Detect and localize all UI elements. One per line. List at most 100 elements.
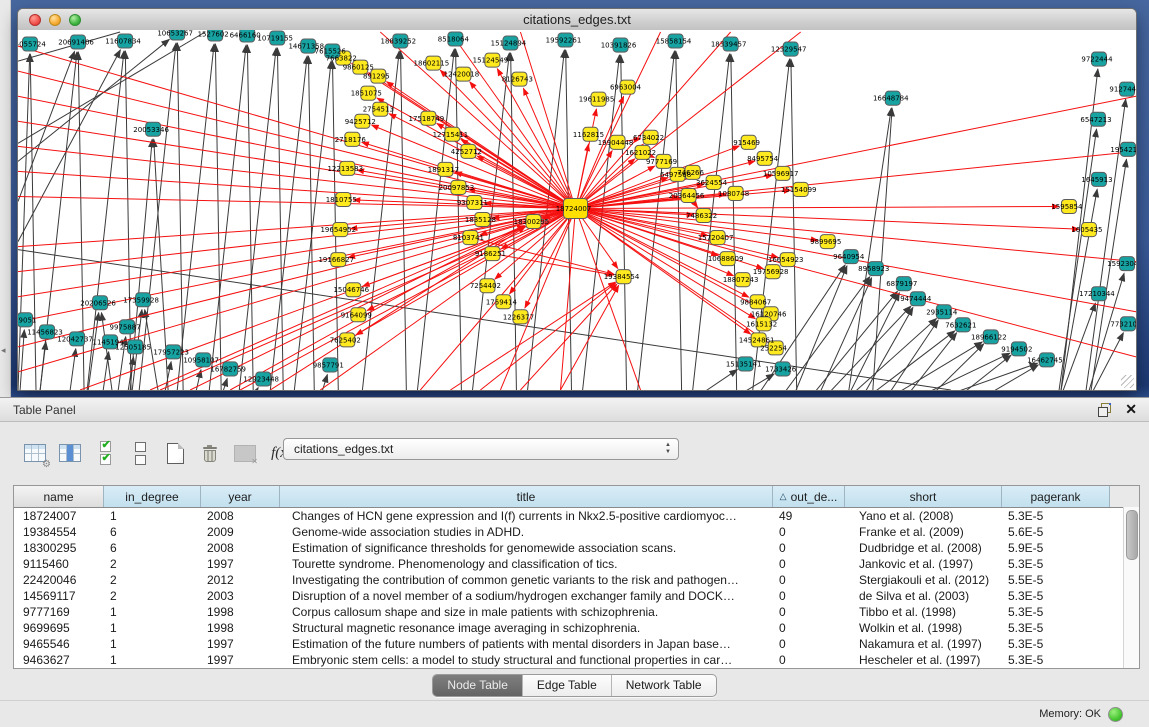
network-window-titlebar[interactable]: citations_edges.txt [18, 9, 1136, 31]
select-rows-icon[interactable] [92, 440, 118, 466]
table-cell: 2012 [201, 572, 280, 588]
table-panel-titlebar: Table Panel ✕ [0, 397, 1149, 422]
table-cell: Disruption of a novel member of a sodium… [280, 588, 773, 604]
svg-text:1851075: 1851075 [351, 89, 382, 98]
table-row[interactable]: 1456911722003Disruption of a novel membe… [14, 588, 1139, 604]
table-cell: 9465546 [14, 636, 104, 652]
table-cell: 1 [104, 620, 201, 636]
svg-text:19904448: 19904448 [598, 138, 634, 147]
status-bar: Memory: OK [0, 700, 1149, 727]
table-row[interactable]: 1830029562008Estimation of significance … [14, 540, 1139, 556]
float-panel-icon[interactable] [1098, 403, 1111, 416]
table-scrollbar-thumb[interactable] [1126, 510, 1138, 560]
svg-text:10391826: 10391826 [601, 41, 637, 50]
svg-text:15858154: 15858154 [656, 37, 692, 46]
network-canvas[interactable]: 1872400776638229860125891295185107527545… [18, 30, 1136, 390]
table-cell: 0 [773, 540, 845, 556]
svg-text:6963004: 6963004 [610, 83, 642, 92]
svg-text:9975887: 9975887 [110, 322, 141, 331]
table-cell: 9699695 [14, 620, 104, 636]
svg-text:16782759: 16782759 [210, 364, 246, 373]
close-panel-icon[interactable]: ✕ [1125, 401, 1137, 417]
table-row[interactable]: 969969511998Structural magnetic resonanc… [14, 620, 1139, 636]
table-cell: 1 [104, 636, 201, 652]
table-row[interactable]: 1872400712008Changes of HCN gene express… [14, 508, 1139, 524]
svg-text:891295: 891295 [363, 72, 390, 81]
table-select-dropdown[interactable]: citations_edges.txt ▲▼ [283, 438, 679, 460]
collapse-arrow-icon[interactable]: ◂ [1, 345, 6, 356]
table-cell: 1 [104, 652, 201, 668]
tab-node-table[interactable]: Node Table [433, 675, 522, 696]
svg-text:12329547: 12329547 [771, 45, 807, 54]
table-cell: 2 [104, 556, 201, 572]
table-row[interactable]: 1938455462009Genome-wide association stu… [14, 524, 1139, 540]
svg-text:19654952: 19654952 [320, 225, 356, 234]
svg-text:14055724: 14055724 [18, 40, 46, 49]
svg-text:8958923: 8958923 [858, 264, 889, 273]
svg-text:9777169: 9777169 [646, 157, 677, 166]
table-cell: Investigating the contribution of common… [280, 572, 773, 588]
table-cell: 2008 [201, 540, 280, 556]
merge-boxes-icon[interactable] [127, 440, 153, 466]
tab-network-table[interactable]: Network Table [611, 675, 716, 696]
svg-text:2718176: 2718176 [335, 135, 367, 144]
table-row[interactable]: 2242004622012Investigating the contribut… [14, 572, 1139, 588]
delete-table-disabled-icon [232, 440, 258, 466]
svg-text:1605435: 1605435 [1071, 225, 1102, 234]
svg-text:1759414: 1759414 [486, 297, 518, 306]
table-cell: 2 [104, 572, 201, 588]
new-table-icon[interactable] [162, 440, 188, 466]
table-cell: 5.6E-5 [1002, 524, 1110, 540]
side-gutter: ◂ [0, 0, 11, 397]
table-cell: Corpus callosum shape and size in male p… [280, 604, 773, 620]
svg-text:18966122: 18966122 [971, 332, 1007, 341]
table-row[interactable]: 946554611997Estimation of the future num… [14, 636, 1139, 652]
resize-grip[interactable] [1121, 375, 1134, 388]
table-cell: Jankovic et al. (1997) [845, 556, 1002, 572]
table-cell: 1998 [201, 604, 280, 620]
column-header-title[interactable]: title [280, 486, 773, 507]
svg-text:15046746: 15046746 [333, 285, 369, 294]
svg-text:1615132: 1615132 [746, 319, 777, 328]
memory-status-icon [1108, 707, 1123, 722]
table-cell: 18300295 [14, 540, 104, 556]
svg-text:18839252: 18839252 [381, 37, 417, 46]
column-header-out_de[interactable]: △out_de... [773, 486, 845, 507]
network-window[interactable]: citations_edges.txt 18724007766382298601… [17, 8, 1137, 391]
table-cell: Hescheler et al. (1997) [845, 652, 1002, 668]
table-cell: 2009 [201, 524, 280, 540]
svg-text:15720407: 15720407 [698, 233, 734, 242]
table-cell: 1997 [201, 636, 280, 652]
table-select-value: citations_edges.txt [294, 442, 393, 456]
column-header-year[interactable]: year [201, 486, 280, 507]
column-header-name[interactable]: name [14, 486, 104, 507]
svg-text:10958107: 10958107 [183, 355, 219, 364]
column-header-in_degree[interactable]: in_degree [104, 486, 201, 507]
show-columns-icon[interactable] [57, 440, 83, 466]
svg-text:19611985: 19611985 [579, 95, 615, 104]
table-cell: 0 [773, 652, 845, 668]
table-row[interactable]: 911546021997Tourette syndrome. Phenomeno… [14, 556, 1139, 572]
delete-rows-icon[interactable] [197, 440, 223, 466]
table-row[interactable]: 977716911998Corpus callosum shape and si… [14, 604, 1139, 620]
table-scrollbar[interactable] [1123, 507, 1139, 668]
svg-text:1733426: 1733426 [765, 364, 797, 373]
svg-text:16462745: 16462745 [1027, 355, 1063, 364]
column-header-short[interactable]: short [845, 486, 1002, 507]
svg-text:1645913: 1645913 [1081, 175, 1112, 184]
table-cell: Genome-wide association studies in ADHD. [280, 524, 773, 540]
svg-text:12715411: 12715411 [433, 130, 469, 139]
tab-edge-table[interactable]: Edge Table [522, 675, 611, 696]
svg-text:2754513: 2754513 [363, 105, 394, 114]
column-header-filler [1110, 486, 1139, 507]
network-graph[interactable]: 1872400776638229860125891295185107527545… [18, 30, 1136, 390]
svg-text:17210344: 17210344 [1079, 289, 1115, 298]
table-body: 1872400712008Changes of HCN gene express… [14, 508, 1139, 668]
svg-text:9899695: 9899695 [810, 237, 841, 246]
column-header-pagerank[interactable]: pagerank [1002, 486, 1110, 507]
table-header-row: namein_degreeyeartitle△out_de...shortpag… [14, 486, 1139, 508]
table-settings-icon[interactable]: ⚙ [22, 440, 48, 466]
table-panel: Table Panel ✕ ⚙ f(x) citations_edges.txt… [0, 397, 1149, 727]
svg-text:18300295: 18300295 [514, 217, 550, 226]
table-row[interactable]: 946362711997Embryonic stem cells: a mode… [14, 652, 1139, 668]
